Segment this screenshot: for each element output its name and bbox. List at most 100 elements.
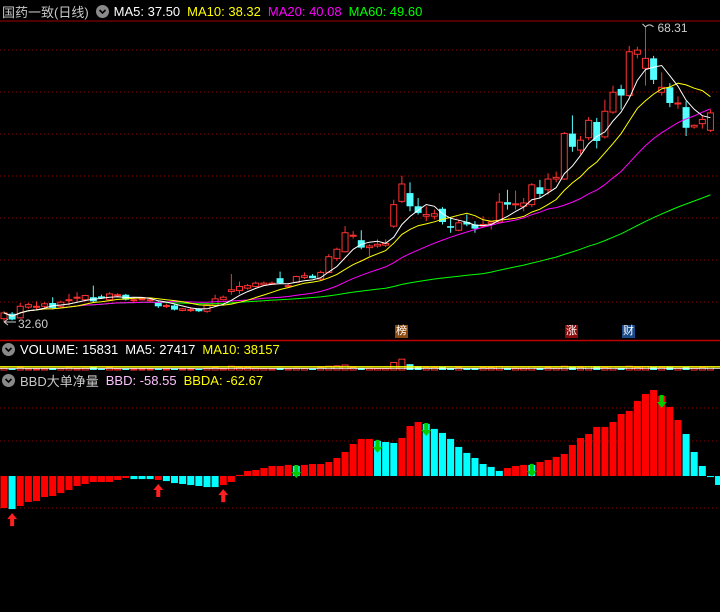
bbd-bar [495, 470, 503, 476]
volume-bar [187, 368, 195, 371]
candle-up [609, 91, 617, 113]
candle-up [633, 49, 641, 55]
bbd-bar [414, 422, 422, 476]
ma5-label: MA5: 37.50 [113, 3, 181, 19]
bbd-bar [406, 426, 414, 476]
candle-up [698, 119, 706, 125]
bbd-bar [268, 466, 276, 476]
bbd-bar [617, 414, 625, 476]
bbd-bar [300, 464, 308, 476]
candle-up [552, 176, 560, 180]
candle-up [81, 295, 89, 301]
candle-up [114, 294, 122, 297]
candle-up [422, 214, 430, 217]
bbd-bar [349, 444, 357, 476]
candle-down [568, 133, 576, 147]
bbd-bar [479, 464, 487, 476]
bbd-bar [57, 476, 65, 494]
bbd-bar [8, 476, 16, 510]
candle-up [300, 275, 308, 278]
volume-ma5-label: MA5: 27417 [125, 341, 196, 357]
ma10-label: MA10: 38.32 [187, 3, 261, 19]
bbd-bar [203, 476, 211, 488]
candle-up [65, 299, 73, 302]
bbd-bar [382, 442, 390, 476]
candle-up [146, 299, 154, 302]
candle-up [641, 57, 649, 69]
volume-bar [219, 368, 227, 371]
volume-bar [284, 368, 292, 371]
candle-up [706, 112, 714, 131]
bbd-bar [341, 452, 349, 476]
volume-bar [154, 368, 162, 370]
bbd-bar [122, 476, 130, 478]
volume-bar [309, 368, 317, 370]
bbd-bar [438, 432, 446, 476]
bbd-title[interactable]: BBD大单净量 [20, 371, 99, 390]
bbd-bar [73, 476, 81, 486]
candle-up [544, 178, 552, 191]
stock-chart[interactable]: 68.31 32.60 [0, 0, 720, 612]
bbd-bar [544, 460, 552, 476]
high-price-pointer [642, 23, 654, 28]
candle-up [512, 203, 520, 206]
marker-rank[interactable]: 榜 [395, 325, 408, 338]
bbd-bar [154, 476, 162, 480]
bbd-bar [317, 464, 325, 476]
volume-bar [268, 368, 276, 371]
chevron-down-icon[interactable] [2, 373, 15, 387]
bbd-bar [162, 476, 170, 482]
bbd-bar [601, 426, 609, 476]
bbd-bar [609, 422, 617, 476]
candle-up [674, 102, 682, 105]
bbd-bar [195, 476, 203, 486]
volume-ma10-label: MA10: 38157 [202, 341, 280, 357]
bbd-bar [690, 452, 698, 476]
bbd-bar [219, 476, 227, 486]
bbd-bar [309, 464, 317, 476]
bbd-bar [146, 476, 154, 480]
candle-up [349, 234, 357, 237]
candle-up [390, 204, 398, 227]
bbd-bar [503, 468, 511, 476]
candle-down [617, 88, 625, 96]
candle-up [625, 51, 633, 97]
candle-up [41, 303, 49, 307]
candle-up [24, 304, 32, 308]
candle-down [406, 193, 414, 207]
candle-up [179, 308, 187, 311]
chevron-down-icon[interactable] [95, 4, 109, 18]
candle-up [374, 243, 382, 247]
candle-up [73, 296, 81, 299]
volume-bar [97, 368, 105, 370]
marker-finance[interactable]: 财 [622, 325, 635, 338]
bbd-bar [179, 476, 187, 484]
candle-up [333, 248, 341, 259]
bbd-bar [171, 476, 179, 484]
ma60-label: MA60: 49.60 [348, 3, 423, 19]
candle-up [690, 124, 698, 128]
candle-up [577, 139, 585, 151]
candle-up [32, 305, 40, 308]
bbd-bar [447, 438, 455, 476]
bbd-bar [235, 474, 243, 476]
low-price-label: 32.60 [18, 317, 48, 331]
candle-up [227, 289, 235, 292]
bbd-bar [24, 476, 32, 502]
volume-bar [179, 368, 187, 371]
bbd-bar [325, 462, 333, 476]
candle-down [650, 58, 658, 80]
bbd-bar [211, 476, 219, 488]
buy-arrow-icon [218, 489, 229, 503]
chevron-down-icon[interactable] [2, 342, 15, 356]
bbd-bar [666, 406, 674, 476]
marker-limit-up[interactable]: 涨 [565, 325, 578, 338]
bbd-bar [512, 466, 520, 476]
stock-title[interactable]: 国药一致(日线) [2, 2, 89, 21]
candle-down [447, 226, 455, 228]
bbd-bar [715, 476, 720, 486]
bbd-bar [487, 466, 495, 476]
bbd-bar [365, 438, 373, 476]
bbd-bar [227, 476, 235, 482]
candle-up [138, 298, 146, 301]
